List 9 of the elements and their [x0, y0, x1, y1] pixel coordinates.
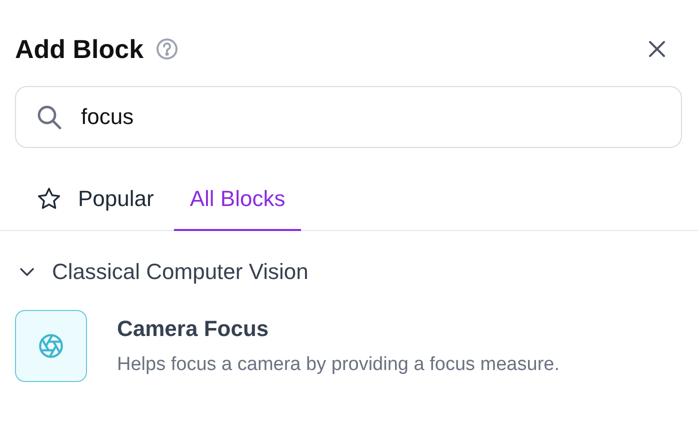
block-description: Helps focus a camera by providing a focus measure.: [117, 354, 560, 376]
tab[interactable]: All Blocks: [174, 168, 302, 231]
star-icon: [36, 186, 62, 212]
search-icon: [36, 104, 62, 130]
dialog-title: Add Block: [15, 34, 144, 64]
section-title: Classical Computer Vision: [52, 259, 308, 285]
block-name[interactable]: Camera Focus: [117, 316, 560, 342]
tab[interactable]: Popular: [20, 168, 170, 231]
search-field[interactable]: focus: [15, 86, 682, 148]
